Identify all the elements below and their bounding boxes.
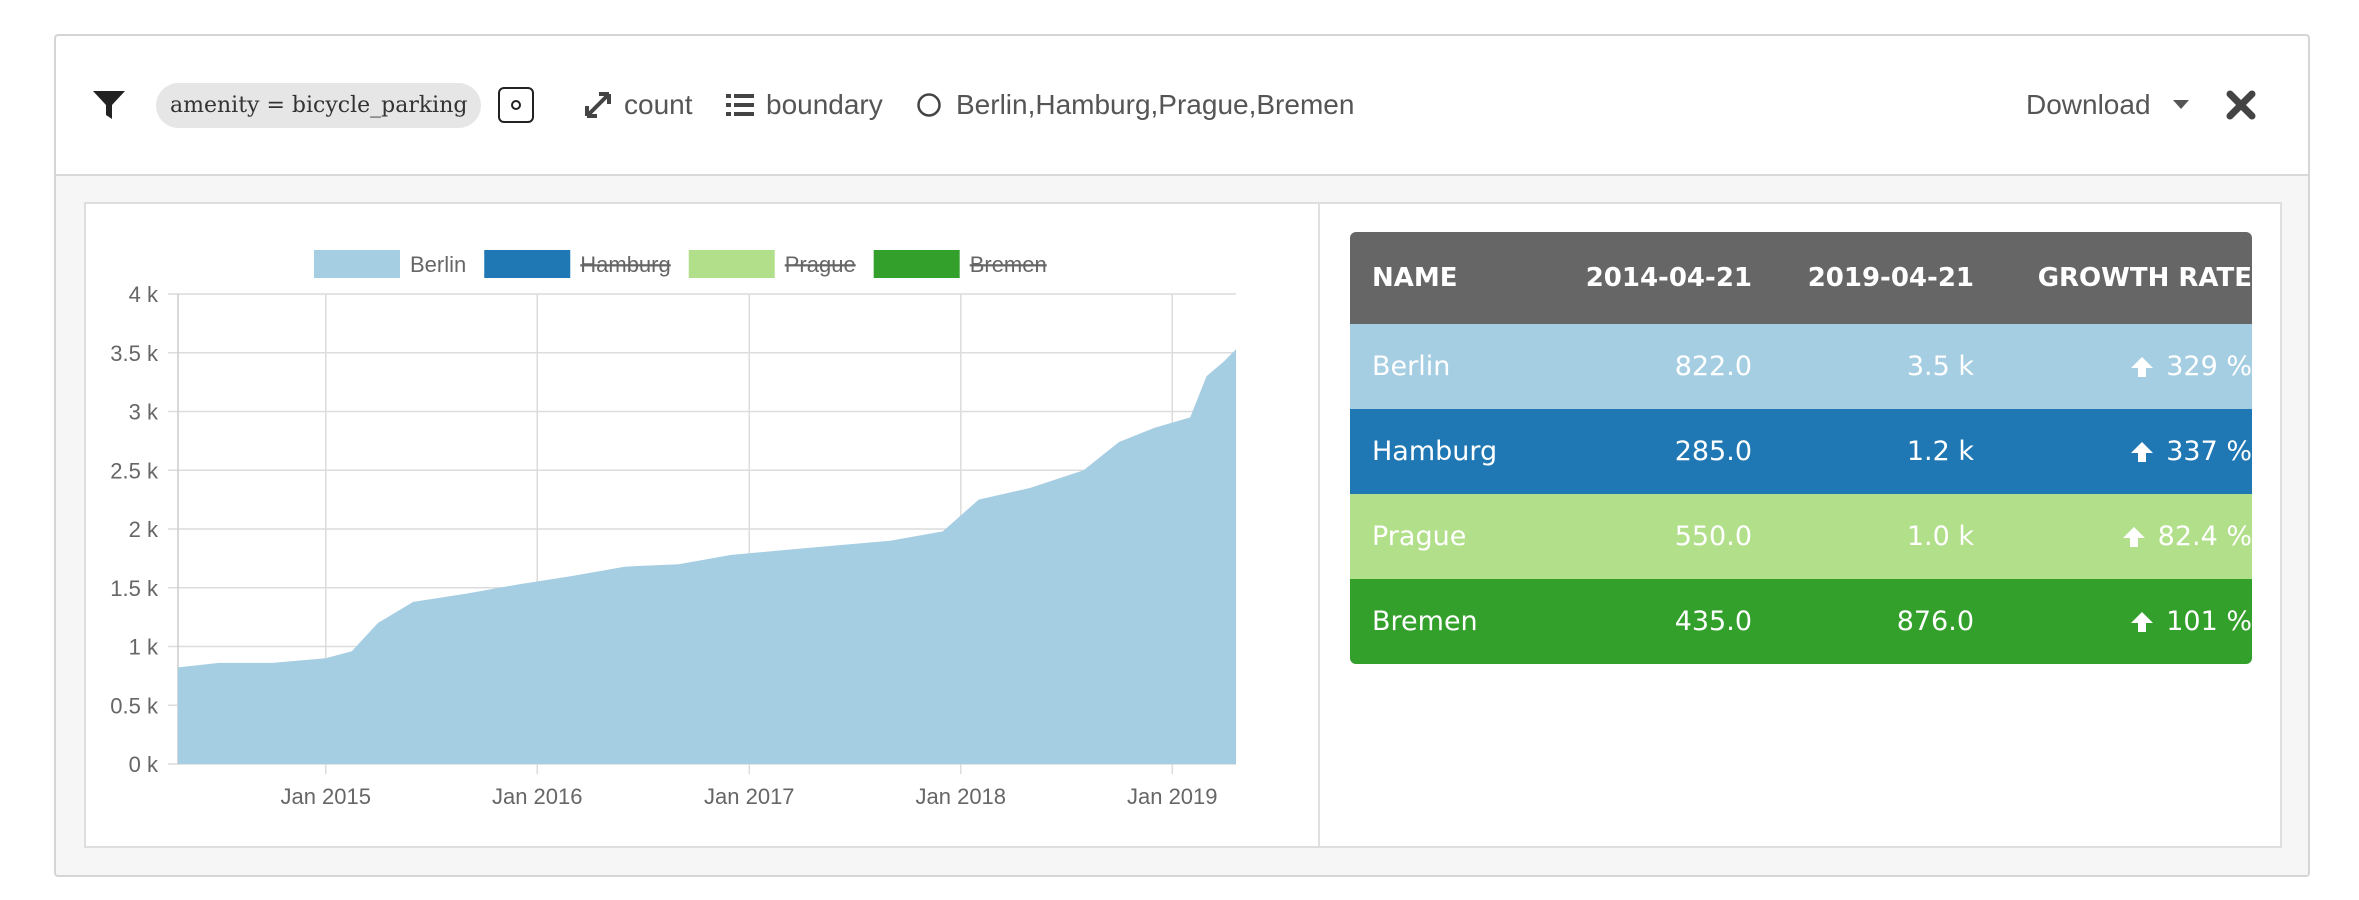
legend-label: Bremen [970,252,1047,277]
result-panel: amenity = bicycle_parking count boundary… [54,34,2310,877]
regions-label: Berlin,Hamburg,Prague,Bremen [956,89,1355,120]
header-date-end: 2019-04-21 [1807,263,1974,293]
growth-rate-value: 329 % [2166,351,2252,382]
measure-selector[interactable]: count [584,36,693,174]
y-tick-label: 3.5 k [110,341,159,366]
list-icon [726,94,754,116]
cell-growth-rate: 82.4 % [1974,521,2252,552]
download-label: Download [2026,89,2151,120]
legend-label: Hamburg [580,252,670,277]
table-header: NAME 2014-04-21 2019-04-21 GROWTH RATE [1350,232,2252,324]
cell-date-start-value: 550.0 [1674,521,1752,552]
y-tick-label: 2 k [129,517,159,542]
table-row: Bremen 435.0 876.0 101 % [1350,579,2252,664]
x-tick-label: Jan 2017 [704,784,795,809]
legend-swatch [314,250,400,278]
close-icon [2226,90,2256,120]
legend-swatch [873,250,960,278]
filter-button[interactable] [92,36,126,174]
cell-name: Prague [1372,521,1467,552]
close-button[interactable] [2226,36,2256,174]
cell-growth-rate: 337 % [1974,436,2252,467]
arrow-up-icon [2122,526,2145,547]
aggregation-selector[interactable]: boundary [726,36,883,174]
toolbar: amenity = bicycle_parking count boundary… [56,36,2308,176]
table-row: Hamburg 285.0 1.2 k 337 % [1350,409,2252,494]
table-row: Prague 550.0 1.0 k 82.4 % [1350,494,2252,579]
header-name: NAME [1372,263,1458,293]
arrow-up-icon [2131,356,2154,377]
expand-icon [585,92,611,118]
query-pill: amenity = bicycle_parking [156,82,482,128]
cell-name: Bremen [1372,606,1478,637]
cell-date-start-value: 822.0 [1674,351,1752,382]
cell-date-end-value: 876.0 [1896,606,1974,637]
table-body: Berlin 822.0 3.5 k 329 % Hamburg 285.0 1.2 k 33… [1350,324,2252,664]
target-icon [498,87,534,123]
y-tick-label: 2.5 k [110,458,159,483]
cell-growth-rate: 101 % [1974,606,2252,637]
aggregation-label: boundary [766,89,883,120]
growth-rate-value: 101 % [2166,606,2252,637]
area-chart: 0 k 0.5 k 1 k 1.5 k 2 k 2.5 k 3 k 3.5 k 4 k Jan 2… [110,250,1236,809]
divider [1318,204,1320,846]
summary-table: NAME 2014-04-21 2019-04-21 GROWTH RATE B… [1350,232,2252,664]
y-tick-label: 1.5 k [110,576,159,601]
cell-name: Hamburg [1372,436,1498,467]
y-tick-label: 3 k [129,400,159,425]
growth-rate-value: 337 % [2166,436,2252,467]
legend-label: Prague [785,252,856,277]
y-tick-label: 0 k [129,752,159,777]
x-tick-label: Jan 2016 [492,784,583,809]
circle-icon [917,93,941,117]
query-filter[interactable]: amenity = bicycle_parking [156,36,482,174]
measure-label: count [624,89,693,120]
table-row: Berlin 822.0 3.5 k 329 % [1350,324,2252,409]
cell-date-end-value: 3.5 k [1906,351,1974,382]
growth-rate-value: 82.4 % [2157,521,2252,552]
x-tick-label: Jan 2018 [916,784,1007,809]
cell-date-start-value: 435.0 [1674,606,1752,637]
y-tick-label: 4 k [129,282,159,307]
cell-name: Berlin [1372,351,1451,382]
arrow-up-icon [2131,611,2154,632]
cell-growth-rate: 329 % [1974,351,2252,382]
header-date-start: 2014-04-21 [1585,263,1752,293]
regions-selector[interactable]: Berlin,Hamburg,Prague,Bremen [916,36,1354,174]
y-tick-label: 0.5 k [110,693,159,718]
cell-date-start-value: 285.0 [1674,436,1752,467]
filter-icon [93,91,125,119]
legend-label: Berlin [410,252,466,277]
x-tick-label: Jan 2019 [1127,784,1218,809]
y-tick-label: 1 k [129,635,159,660]
legend-swatch [688,250,775,278]
cell-date-end-value: 1.2 k [1906,436,1974,467]
x-tick-label: Jan 2015 [280,784,371,809]
download-dropdown[interactable]: Download [2026,36,2189,174]
query-options-button[interactable] [498,36,534,174]
legend-swatch [484,250,571,278]
result-content: 0 k 0.5 k 1 k 1.5 k 2 k 2.5 k 3 k 3.5 k 4 k Jan 2… [84,202,2282,848]
header-growth-rate: GROWTH RATE [2037,263,2252,293]
caret-down-icon [2172,100,2189,109]
cell-date-end-value: 1.0 k [1906,521,1974,552]
arrow-up-icon [2131,441,2154,462]
